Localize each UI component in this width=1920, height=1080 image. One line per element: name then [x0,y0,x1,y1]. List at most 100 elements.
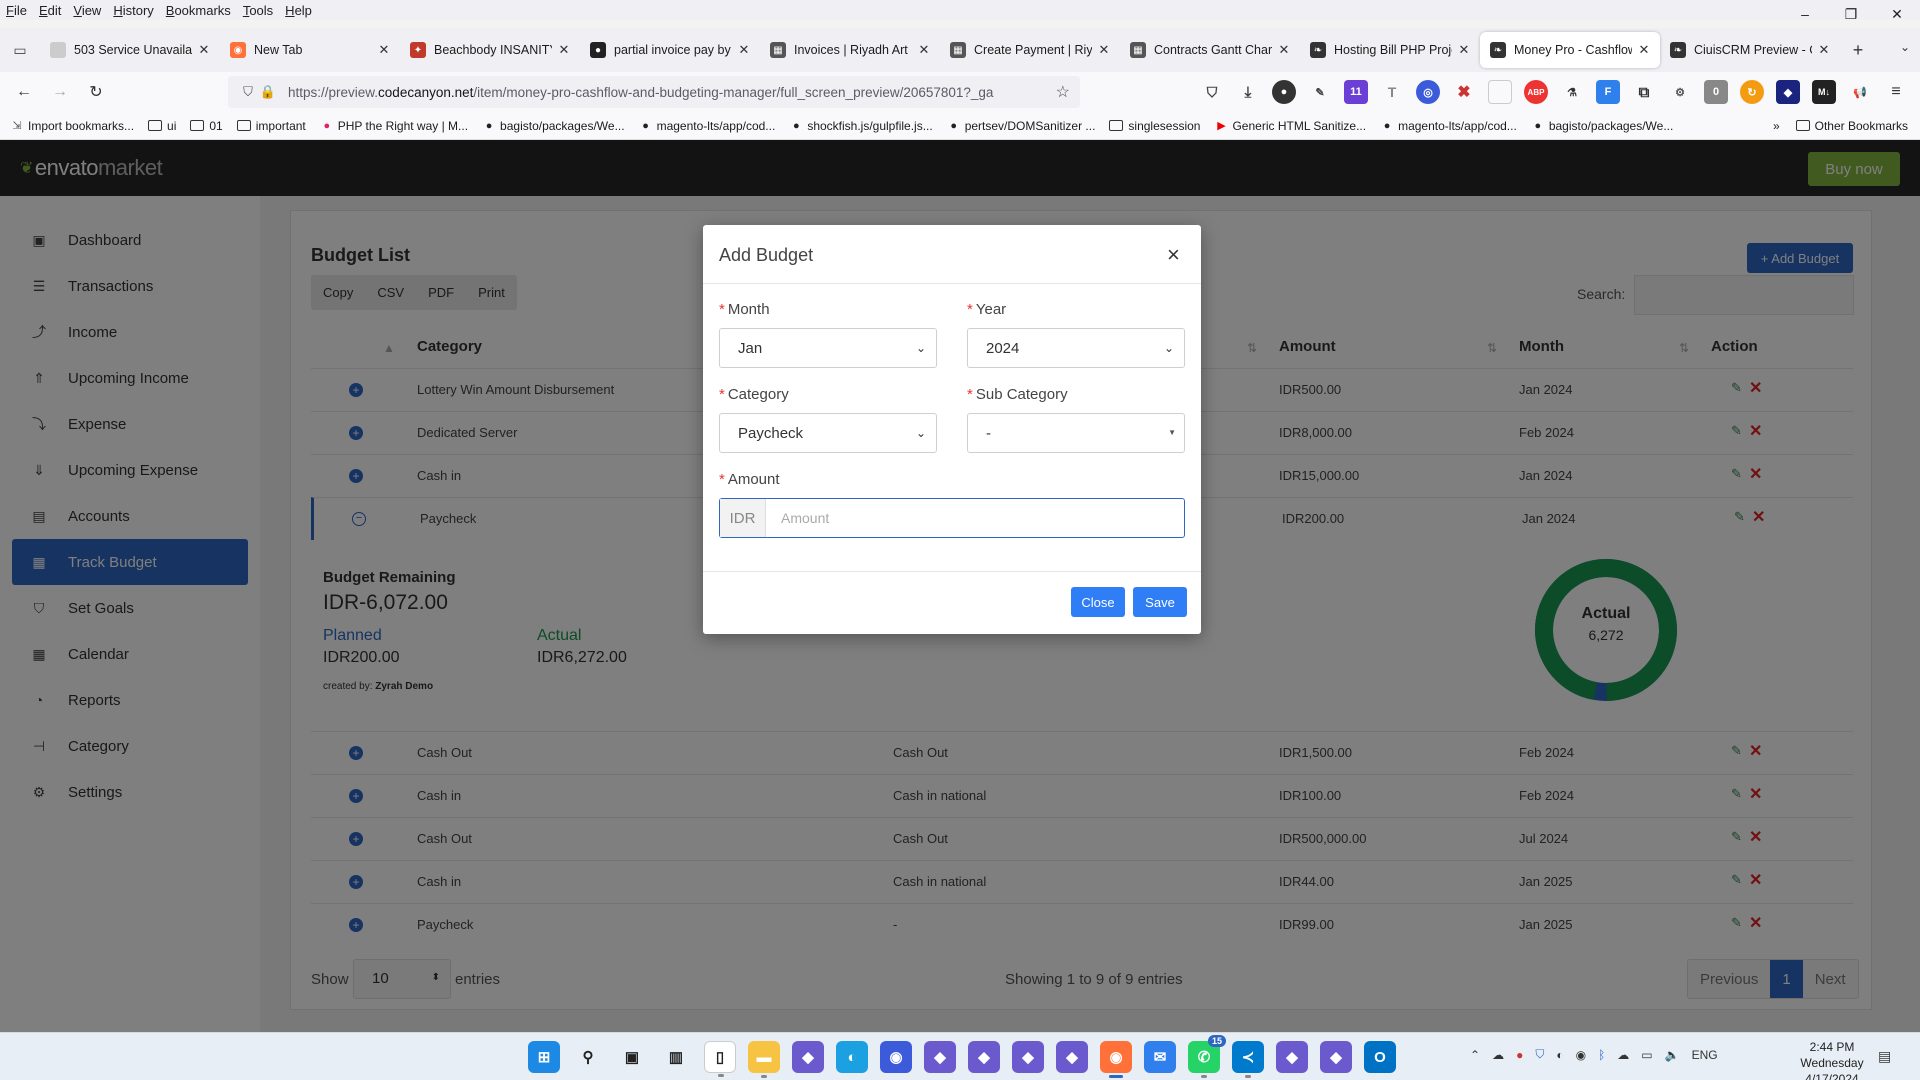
app-icon[interactable]: ◆ [1056,1041,1088,1073]
lock-icon[interactable]: 🔒 [258,84,278,100]
bookmark-item[interactable]: ▶ Generic HTML Sanitize... [1214,119,1366,133]
browser-tab[interactable]: ❧ CiuisCRM Preview - Co ✕ [1660,32,1840,68]
adblock-icon[interactable]: ABP [1524,80,1548,104]
list-all-tabs-icon[interactable]: ⌄ [1900,40,1910,54]
close-tab-icon[interactable]: ✕ [196,42,212,58]
tray-icon[interactable]: ☁ [1492,1048,1504,1062]
app-icon[interactable]: ◆ [1012,1041,1044,1073]
widgets-icon[interactable]: ▥ [660,1041,692,1073]
firefox-dev-icon[interactable]: ◉ [880,1041,912,1073]
close-window-icon[interactable]: ✕ [1874,0,1920,28]
close-tab-icon[interactable]: ✕ [916,42,932,58]
browser-tab[interactable]: ▦ Create Payment | Riyad ✕ [940,32,1120,68]
menu-tools[interactable]: Tools [243,3,273,18]
close-tab-icon[interactable]: ✕ [1816,42,1832,58]
firefox-icon[interactable]: ◉ [1100,1041,1132,1078]
browser-tab[interactable]: ❧ Hosting Bill PHP Projec ✕ [1300,32,1480,68]
bookmark-item[interactable]: ui [148,119,176,133]
close-button[interactable]: Close [1071,587,1125,617]
amount-input[interactable] [767,499,1183,537]
language-indicator[interactable]: ENG [1692,1048,1718,1062]
extension-icon[interactable]: M↓ [1812,80,1836,104]
outlook-icon[interactable]: O [1364,1041,1396,1073]
notification-icon[interactable]: ▤ [1878,1048,1891,1065]
close-tab-icon[interactable]: ✕ [556,42,572,58]
clock[interactable]: 2:44 PM Wednesday 4/17/2024 [1792,1039,1872,1080]
close-tab-icon[interactable]: ✕ [1276,42,1292,58]
downloads-icon[interactable]: ⤓ [1236,80,1260,104]
bookmark-item[interactable]: singlesession [1109,119,1200,133]
tab-list-icon[interactable]: ▭ [0,42,40,59]
browser-tab[interactable]: ✦ Beachbody INSANITY M ✕ [400,32,580,68]
tray-icon[interactable]: ☁ [1617,1048,1629,1062]
thunderbird-icon[interactable]: ✉ [1144,1041,1176,1073]
search-icon[interactable]: ⚲ [572,1041,604,1073]
category-select[interactable]: Paycheck ⌄ [719,413,937,453]
extension-icon[interactable]: ◆ [1776,80,1800,104]
extensions-puzzle-icon[interactable]: ⧉ [1632,80,1656,104]
close-tab-icon[interactable]: ✕ [376,42,392,58]
extension-icon[interactable]: ● [1272,80,1296,104]
battery-icon[interactable]: ▭ [1641,1048,1652,1062]
close-icon[interactable]: × [1167,242,1180,268]
shield-icon[interactable]: ⛉ [238,84,258,100]
app-icon[interactable]: ◆ [792,1041,824,1073]
browser-tab[interactable]: 503 Service Unavailable ✕ [40,32,220,68]
menu-file[interactable]: File [6,3,27,18]
windows-start-icon[interactable]: ⊞ [528,1041,560,1073]
edge-icon[interactable]: ◐ [836,1041,868,1073]
bookmark-item[interactable]: ● magento-lts/app/cod... [639,119,775,133]
bookmark-star-icon[interactable]: ☆ [1056,82,1070,102]
menu-icon[interactable]: ≡ [1884,80,1908,104]
app-icon[interactable]: ◆ [968,1041,1000,1073]
extension-icon[interactable]: 0 [1704,80,1728,104]
save-button[interactable]: Save [1133,587,1187,617]
app-icon[interactable]: ◆ [1276,1041,1308,1073]
bookmark-item[interactable]: ⇲ Import bookmarks... [10,119,134,133]
other-bookmarks[interactable]: Other Bookmarks [1795,119,1908,133]
extension-icon[interactable]: T [1380,80,1404,104]
browser-tab[interactable]: ◉ New Tab ✕ [220,32,400,68]
browser-tab[interactable]: ▦ Invoices | Riyadh Art Pl ✕ [760,32,940,68]
month-select[interactable]: Jan ⌄ [719,328,937,368]
reload-icon[interactable]: ↻ [78,76,114,108]
extension-icon[interactable]: F [1596,80,1620,104]
extension-icon[interactable]: ✖ [1452,80,1476,104]
eyedropper-icon[interactable]: ✎ [1308,80,1332,104]
more-bookmarks-icon[interactable]: » [1773,119,1780,133]
bookmark-item[interactable]: ● PHP the Right way | M... [320,119,468,133]
close-tab-icon[interactable]: ✕ [1096,42,1112,58]
bookmark-item[interactable]: ● pertsev/DOMSanitizer ... [947,119,1095,133]
bookmark-item[interactable]: ● shockfish.js/gulpfile.js... [789,119,933,133]
file-explorer-icon[interactable]: ▬ [748,1041,780,1078]
tray-icon[interactable]: ⛉ [1535,1047,1544,1062]
whatsapp-icon[interactable]: ✆ 15 [1188,1035,1226,1078]
menu-bookmarks[interactable]: Bookmarks [166,3,231,18]
chevron-up-icon[interactable]: ⌃ [1470,1048,1480,1062]
extension-icon[interactable]: ⚗ [1560,80,1584,104]
forward-icon[interactable]: → [42,76,78,108]
tray-icon[interactable]: ◉ [1576,1048,1586,1062]
extension-icon[interactable]: 11 [1344,80,1368,104]
extension-icon[interactable]: 📢 [1848,80,1872,104]
bluetooth-icon[interactable]: ᛒ [1598,1048,1605,1062]
menu-edit[interactable]: Edit [39,3,61,18]
volume-icon[interactable]: 🔈 [1665,1048,1680,1062]
url-text[interactable]: https://preview.codecanyon.net/item/mone… [288,85,1068,100]
pocket-icon[interactable]: ⛉ [1200,80,1224,104]
minimize-icon[interactable]: – [1782,0,1828,28]
back-icon[interactable]: ← [6,76,42,108]
browser-tab[interactable]: ▦ Contracts Gantt Chart | ✕ [1120,32,1300,68]
extension-icon[interactable]: ↻ [1740,80,1764,104]
close-tab-icon[interactable]: ✕ [736,42,752,58]
sub-category-select[interactable]: - ▼ [967,413,1185,453]
bookmark-item[interactable]: important [236,119,306,133]
menu-view[interactable]: View [73,3,101,18]
new-tab-button[interactable]: + [1840,40,1876,61]
close-tab-icon[interactable]: ✕ [1456,42,1472,58]
bookmark-item[interactable]: ● bagisto/packages/We... [482,119,625,133]
bookmark-item[interactable]: ● bagisto/packages/We... [1531,119,1673,133]
bookmark-item[interactable]: ● magento-lts/app/cod... [1380,119,1517,133]
browser-tab[interactable]: ❧ Money Pro - Cashflow ✕ [1480,32,1660,68]
address-bar[interactable]: ⛉ 🔒 https://preview.codecanyon.net/item/… [228,76,1080,108]
